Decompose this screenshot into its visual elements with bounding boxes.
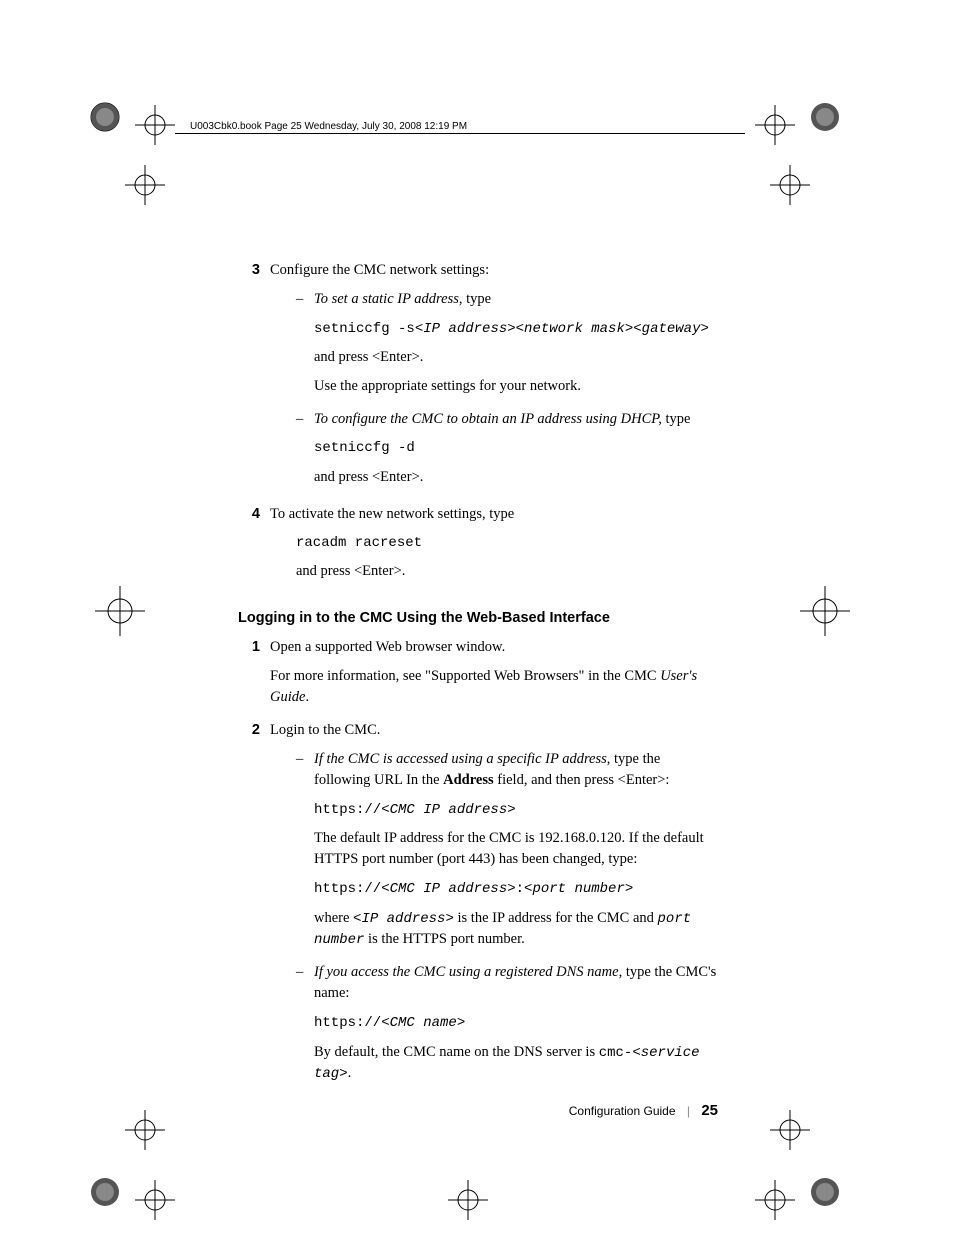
command-text: setniccfg -d [314,438,718,458]
url-placeholder: <CMC IP address> [381,802,515,818]
crop-mark-icon [805,1172,865,1232]
footer-title: Configuration Guide [569,1104,676,1118]
lead-text: If the CMC is accessed using a specific … [314,751,607,767]
step-2: 2 Login to the CMC. – If the CMC is acce… [238,720,718,1096]
step-number: 4 [238,504,270,590]
crop-mark-icon [135,105,195,165]
code-text: cmc-< [599,1045,641,1061]
lead-text: To set a static IP address [314,291,459,307]
crop-mark-icon [125,1110,185,1170]
step-text: Configure the CMC network settings: [270,260,718,281]
step-3: 3 Configure the CMC network settings: – … [238,260,718,500]
press-text: and press <Enter>. [314,347,718,368]
note-text: By default, the CMC name on the DNS serv… [314,1044,599,1060]
more-text: For more information, see "Supported Web… [270,668,660,684]
dash-icon: – [296,962,314,1092]
step-text: Open a supported Web browser window. [270,637,718,658]
crop-mark-icon [135,1180,195,1240]
page-footer: Configuration Guide | 25 [238,1100,718,1122]
where-text: where [314,910,353,926]
step-1: 1 Open a supported Web browser window. F… [238,637,718,716]
step-text: To activate the new network settings, ty… [270,504,718,525]
url-text: https:// [314,802,381,818]
press-text: and press <Enter>. [314,467,718,488]
dash-icon: – [296,409,314,495]
crop-mark-icon [448,1180,508,1240]
step-number: 3 [238,260,270,500]
placeholder: <IP address> [353,911,454,927]
dash-icon: – [296,749,314,958]
command-text: racadm racreset [270,533,718,553]
press-text: and press <Enter>. [270,561,718,582]
after-text: type [662,411,691,427]
step-number: 1 [238,637,270,716]
step-number: 2 [238,720,270,1096]
step-text: Login to the CMC. [270,720,718,741]
url-placeholder: <port number> [524,881,633,897]
crop-mark-icon [805,97,865,157]
crop-mark-icon [770,1110,830,1170]
substep: – If the CMC is accessed using a specifi… [270,749,718,958]
code-text: > [339,1066,347,1082]
dash-icon: – [296,289,314,405]
where-text: is the HTTPS port number. [364,931,524,947]
crop-mark-icon [95,586,155,646]
url-sep: : [516,881,524,897]
note-text: . [348,1065,352,1081]
lead-text: To configure the CMC to obtain an IP add… [314,411,662,427]
footer-sep: | [687,1104,690,1118]
substep: – To configure the CMC to obtain an IP a… [270,409,718,495]
crop-mark-icon [125,165,185,225]
lead-text: If you access the CMC using a registered… [314,964,619,980]
crop-mark-icon [800,586,860,646]
url-placeholder: <CMC IP address> [381,881,515,897]
command-text: setniccfg -s [314,321,415,337]
note-text: Use the appropriate settings for your ne… [314,376,718,397]
page-body: 3 Configure the CMC network settings: – … [238,260,718,1100]
url-placeholder: <CMC name> [381,1015,465,1031]
after-text: , type [459,291,491,307]
header-rule [175,133,745,134]
step-4: 4 To activate the new network settings, … [238,504,718,590]
crop-mark-icon [770,165,830,225]
url-text: https:// [314,881,381,897]
section-heading: Logging in to the CMC Using the Web-Base… [238,608,718,629]
more-text: . [305,689,309,705]
note-text: The default IP address for the CMC is 19… [314,828,718,870]
bold-text: Address [443,772,494,788]
substep: – To set a static IP address, type setni… [270,289,718,405]
page-number: 25 [701,1102,718,1119]
substep: – If you access the CMC using a register… [270,962,718,1092]
where-text: is the IP address for the CMC and [454,910,658,926]
command-args: <IP address><network mask><gateway> [415,321,709,337]
after-text: field, and then press <Enter>: [494,772,670,788]
url-text: https:// [314,1015,381,1031]
